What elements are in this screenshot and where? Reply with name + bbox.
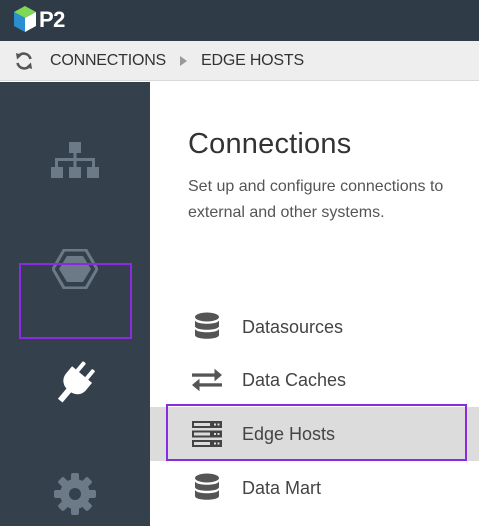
logo-text: P2 bbox=[39, 7, 65, 32]
chevron-right-icon bbox=[180, 55, 189, 66]
swap-arrows-icon bbox=[192, 365, 222, 395]
breadcrumb-connections[interactable]: CONNECTIONS bbox=[50, 52, 166, 70]
list-item-label: Data Mart bbox=[242, 477, 322, 498]
list-item-data-caches[interactable]: Data Caches bbox=[150, 353, 479, 407]
page-title: Connections bbox=[188, 128, 352, 160]
app-logo[interactable]: P2 bbox=[12, 3, 65, 37]
active-sidebar-highlight bbox=[19, 263, 132, 339]
sidebar-item-settings[interactable] bbox=[0, 448, 150, 526]
list-item-label: Datasources bbox=[242, 316, 344, 337]
list-item-data-mart[interactable]: Data Mart bbox=[150, 461, 479, 515]
plug-icon bbox=[57, 361, 95, 403]
hierarchy-icon bbox=[51, 142, 99, 178]
gear-icon bbox=[54, 473, 96, 515]
refresh-icon[interactable] bbox=[13, 50, 35, 72]
database-icon bbox=[192, 312, 222, 342]
breadcrumb-edge-hosts: EDGE HOSTS bbox=[201, 51, 304, 69]
database-icon bbox=[192, 473, 222, 503]
sidebar-item-connections[interactable] bbox=[0, 337, 150, 429]
breadcrumb: CONNECTIONS EDGE HOSTS bbox=[0, 41, 479, 81]
sidebar-item-model[interactable] bbox=[0, 117, 150, 209]
list-item-label: Data Caches bbox=[242, 369, 347, 390]
list-item-datasources[interactable]: Datasources bbox=[150, 300, 479, 354]
selected-item-highlight bbox=[166, 404, 467, 461]
logo-cube-icon bbox=[14, 6, 36, 32]
page-description: Set up and configure connections to exte… bbox=[188, 178, 444, 221]
top-bar: P2 bbox=[0, 0, 479, 41]
